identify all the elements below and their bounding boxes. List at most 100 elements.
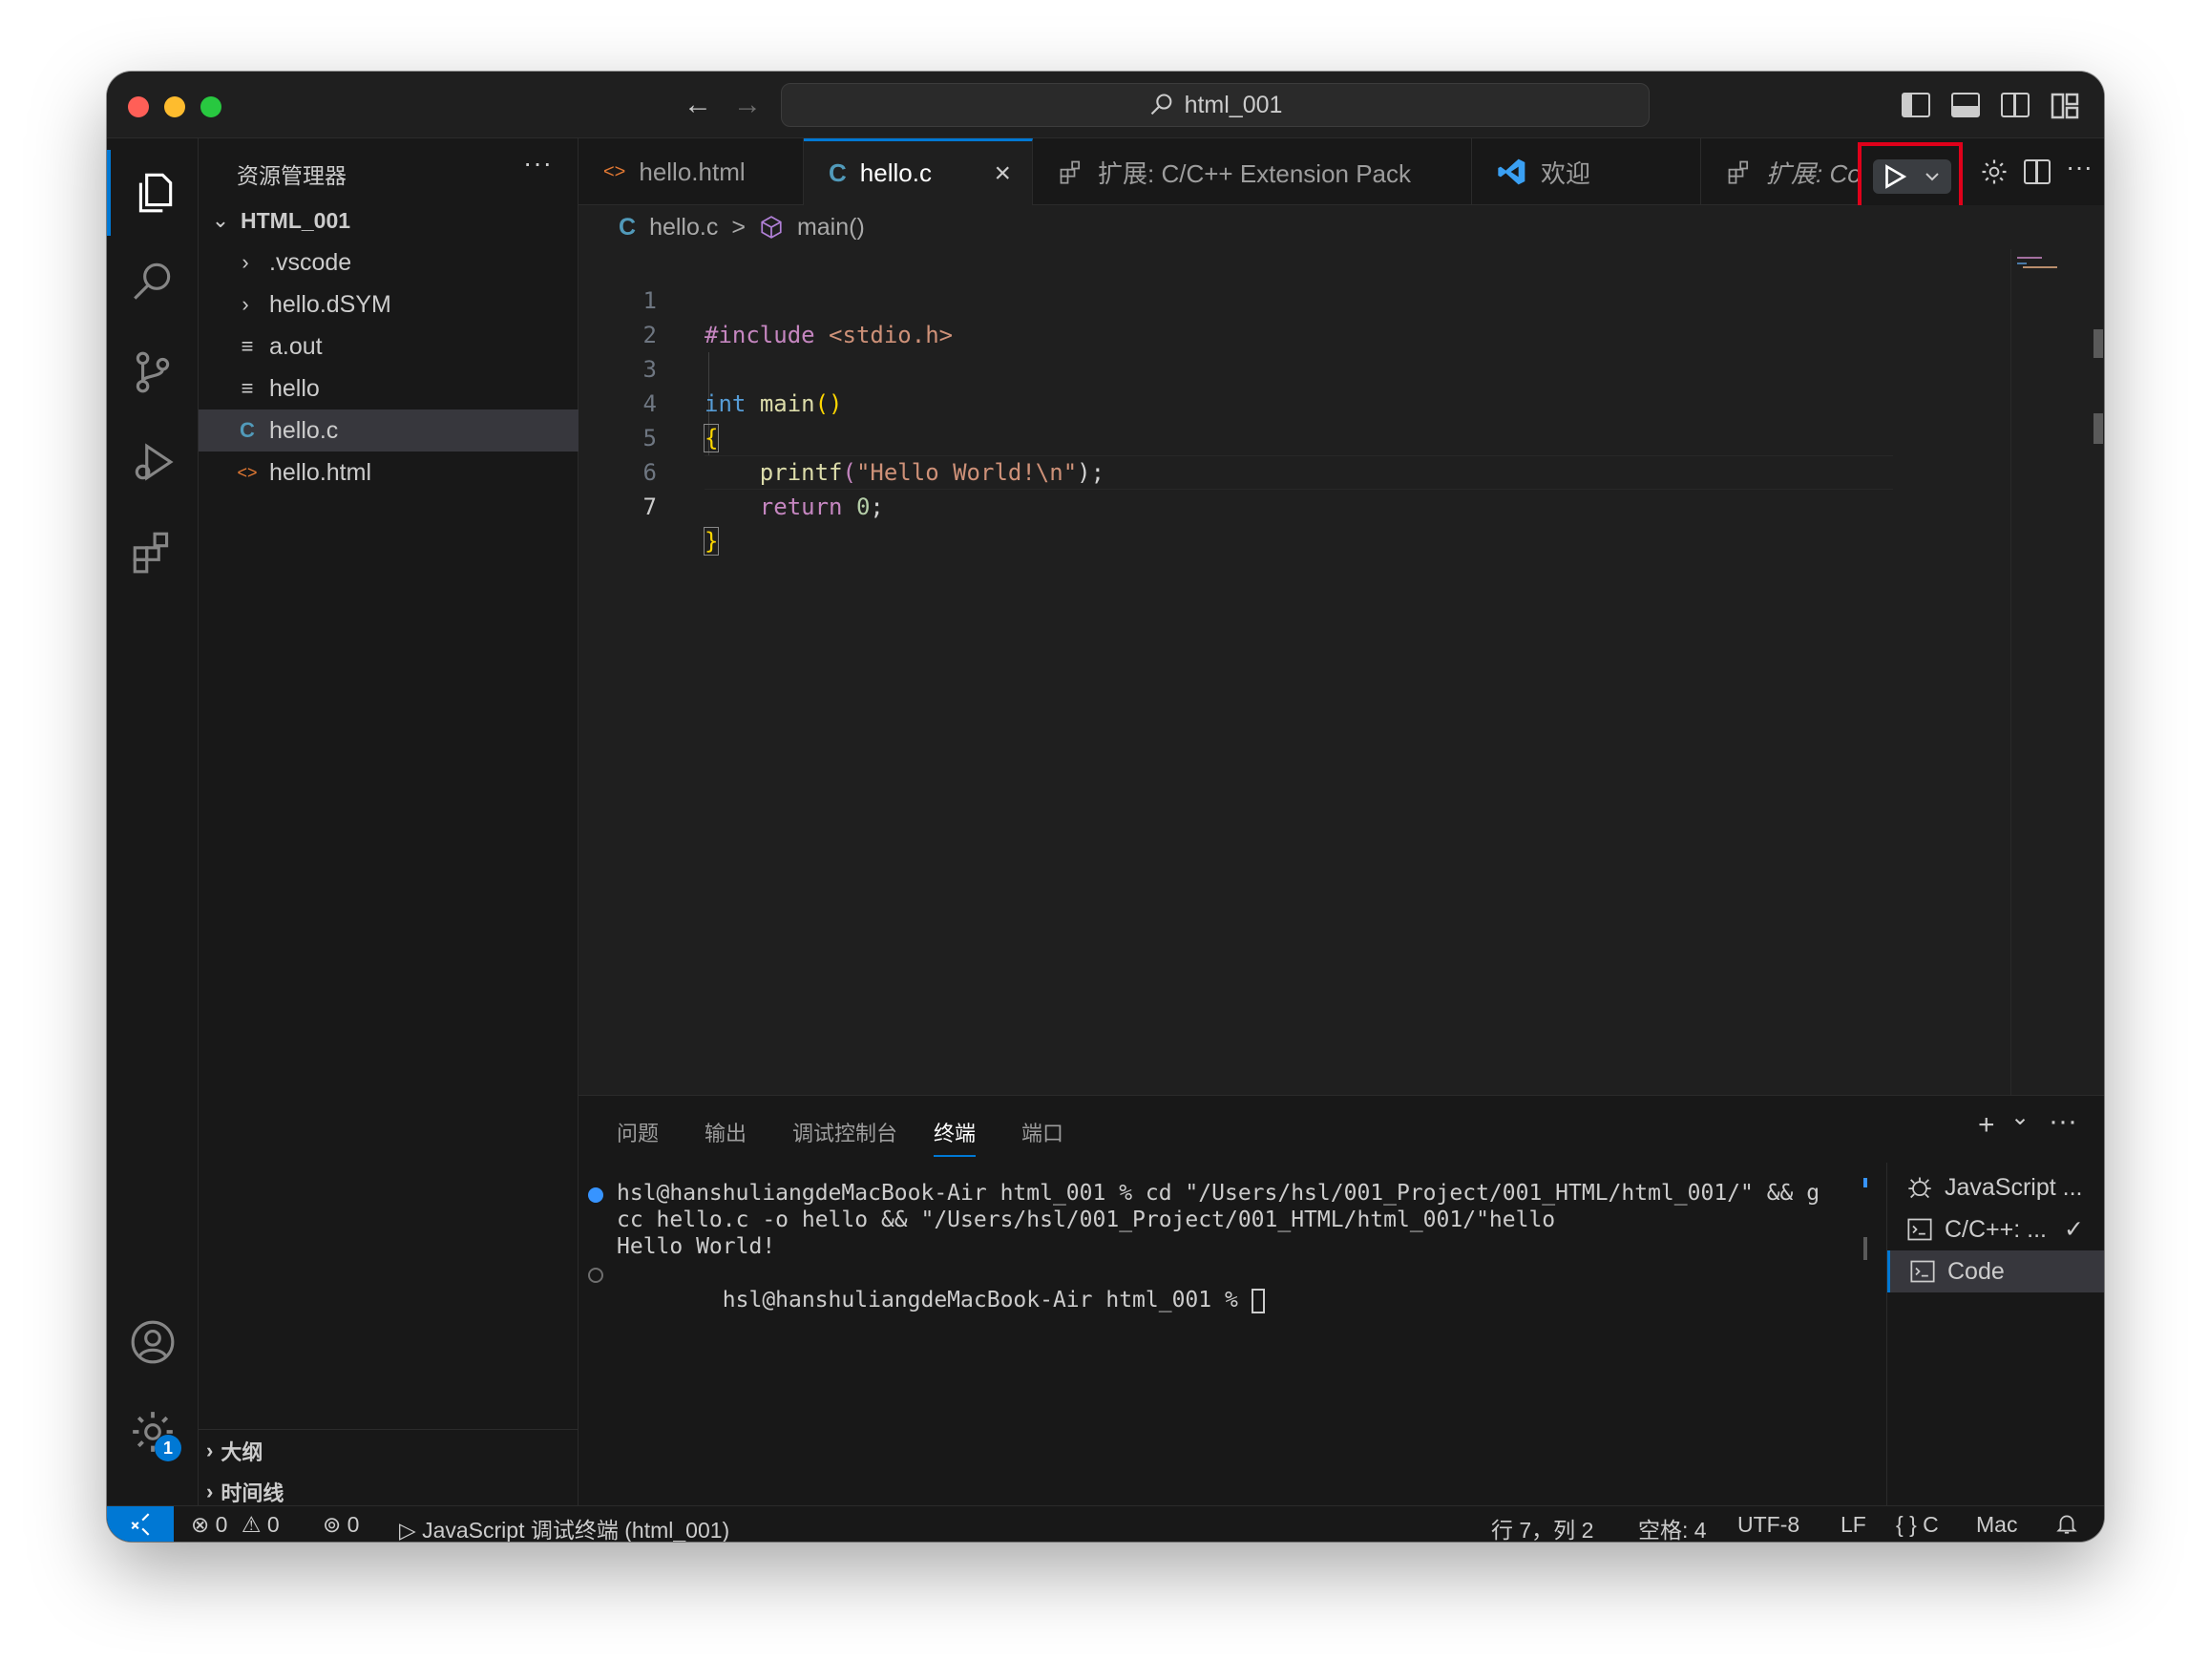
code-line: 2 — [579, 284, 1915, 348]
chevron-right-icon: › — [242, 292, 249, 316]
breadcrumb-separator: > — [731, 213, 746, 241]
search-icon — [134, 262, 171, 300]
cube-icon — [761, 216, 782, 239]
tab-problems[interactable]: 问题 — [617, 1117, 659, 1155]
text-file-icon: ≡ — [241, 334, 254, 358]
split-editor-button[interactable] — [2024, 159, 2051, 184]
tab-terminal[interactable]: 终端 — [934, 1117, 977, 1157]
explorer-activity-button[interactable] — [107, 150, 199, 236]
c-file-icon: C — [829, 158, 847, 187]
customize-layout-icon[interactable] — [2051, 93, 2079, 119]
go-forward-button[interactable]: → — [733, 91, 762, 119]
notifications-button[interactable] — [2054, 1510, 2079, 1542]
line-number: 7 — [642, 494, 657, 520]
code-line: 6 return 0; — [579, 421, 1915, 520]
code-line: 3 int main() — [579, 318, 1915, 417]
error-icon: ⊗ — [191, 1512, 210, 1537]
tab-output[interactable]: 输出 — [705, 1117, 747, 1155]
workspace-root-folder[interactable]: ⌄ HTML_001 — [199, 200, 579, 242]
tab-hello-html[interactable]: <> hello.html — [579, 138, 804, 205]
terminal-tab-code[interactable]: Code — [1887, 1250, 2104, 1292]
extensions-activity-button[interactable] — [107, 509, 199, 595]
debug-icon — [1908, 1177, 1931, 1199]
tree-item-label: hello.dSYM — [269, 290, 391, 318]
tab-extension-cpp-pack[interactable]: 扩展: C/C++ Extension Pack — [1033, 138, 1472, 205]
toggle-primary-sidebar-icon[interactable] — [1902, 93, 1930, 117]
panel-more-actions-button[interactable]: ··· — [2049, 1105, 2077, 1138]
minimap-preview — [2017, 257, 2057, 272]
tree-item-hello-html[interactable]: <> hello.html — [199, 452, 579, 494]
editor-more-actions-button[interactable]: ··· — [2066, 152, 2093, 182]
tab-label: hello.html — [639, 157, 746, 186]
eol-status[interactable]: LF — [1841, 1512, 1866, 1538]
settings-gear-button[interactable] — [1980, 158, 2009, 191]
editor-scrollbar-thumb[interactable] — [2093, 329, 2103, 358]
search-activity-button[interactable] — [107, 240, 199, 326]
tree-item-hello-c[interactable]: C hello.c — [199, 410, 579, 452]
breadcrumb: C hello.c > main() — [579, 205, 2104, 249]
tree-item-a-out[interactable]: ≡ a.out — [199, 326, 579, 368]
terminal-prompt: hsl@hanshuliangdeMacBook-Air html_001 % — [722, 1288, 1252, 1312]
run-debug-activity-button[interactable] — [107, 419, 199, 505]
tree-item-hello-dsym[interactable]: › hello.dSYM — [199, 284, 579, 326]
extensions-icon — [1728, 160, 1749, 184]
command-center-search[interactable]: html_001 — [781, 83, 1650, 127]
run-button-highlight — [1858, 142, 1963, 211]
terminal-tab-cpp[interactable]: C/C++: ... ✓ — [1887, 1208, 2104, 1250]
problems-status[interactable]: ⊗ 0 ⚠ 0 — [191, 1512, 280, 1538]
toggle-secondary-sidebar-icon[interactable] — [2001, 93, 2030, 117]
minimize-window-button[interactable] — [164, 96, 185, 117]
zoom-window-button[interactable] — [200, 96, 221, 117]
terminal-scrollbar-thumb[interactable] — [1863, 1237, 1867, 1260]
check-icon: ✓ — [2063, 1216, 2084, 1243]
encoding-status[interactable]: UTF-8 — [1737, 1512, 1799, 1538]
command-pending-decoration — [588, 1268, 603, 1283]
run-debug-icon — [135, 443, 174, 481]
tab-ports[interactable]: 端口 — [1021, 1117, 1063, 1155]
tree-item-label: .vscode — [269, 248, 352, 276]
cursor-position-status[interactable]: 行 7，列 2 — [1491, 1512, 1593, 1542]
close-window-button[interactable] — [128, 96, 149, 117]
outline-section[interactable]: › 大纲 — [199, 1429, 579, 1471]
manage-activity-button[interactable]: 1 — [107, 1389, 199, 1475]
new-terminal-button[interactable]: + — [1978, 1109, 1995, 1142]
ports-count: 0 — [347, 1512, 360, 1537]
tab-hello-c[interactable]: C hello.c × — [804, 138, 1033, 205]
indentation-status[interactable]: 空格: 4 — [1638, 1512, 1707, 1542]
chevron-down-icon[interactable] — [1921, 165, 1944, 188]
platform-status[interactable]: Mac — [1976, 1512, 2017, 1538]
remote-icon — [131, 1513, 150, 1536]
code-token: 0 — [855, 494, 871, 520]
overview-ruler-marker — [2093, 413, 2103, 444]
breadcrumb-symbol[interactable]: main() — [797, 214, 865, 242]
run-code-button[interactable] — [1873, 159, 1951, 194]
code-editor[interactable]: 1 #include <stdio.h> 2 3 int main() 4 { … — [579, 249, 2104, 1095]
chevron-down-icon[interactable]: ⌄ — [2010, 1103, 2030, 1131]
breadcrumb-file[interactable]: hello.c — [649, 214, 718, 242]
language-mode-status[interactable]: { } C — [1896, 1512, 1939, 1538]
tree-item-vscode[interactable]: › .vscode — [199, 242, 579, 284]
tab-welcome[interactable]: 欢迎 — [1472, 138, 1701, 205]
activity-bar: 1 — [107, 138, 199, 1505]
terminal-output[interactable]: hsl@hanshuliangdeMacBook-Air html_001 % … — [579, 1163, 1877, 1506]
chevron-up-icon[interactable] — [2102, 1115, 2104, 1144]
accounts-activity-button[interactable] — [107, 1299, 199, 1385]
tab-debug-console[interactable]: 调试控制台 — [792, 1117, 897, 1155]
close-tab-icon[interactable]: × — [994, 158, 1011, 190]
tree-item-hello[interactable]: ≡ hello — [199, 368, 579, 410]
go-back-button[interactable]: ← — [684, 91, 712, 119]
source-control-activity-button[interactable] — [107, 329, 199, 415]
code-token: return — [759, 494, 843, 520]
terminal-tab-javascript[interactable]: JavaScript ... — [1887, 1166, 2104, 1208]
explorer-more-actions-button[interactable]: ··· — [523, 148, 553, 178]
debug-terminal-status[interactable]: ▷ JavaScript 调试终端 (html_001) — [399, 1512, 729, 1542]
terminal-tab-label: JavaScript ... — [1945, 1173, 2083, 1201]
remote-indicator-button[interactable] — [107, 1506, 174, 1542]
text-file-icon: ≡ — [241, 376, 254, 400]
toggle-panel-icon[interactable] — [1951, 93, 1980, 117]
gear-icon — [1982, 159, 2007, 184]
source-control-icon — [136, 351, 170, 393]
minimap[interactable] — [2010, 249, 2104, 1095]
workspace-root-label: HTML_001 — [241, 207, 351, 233]
ports-status[interactable]: ⊚ 0 — [323, 1512, 359, 1538]
